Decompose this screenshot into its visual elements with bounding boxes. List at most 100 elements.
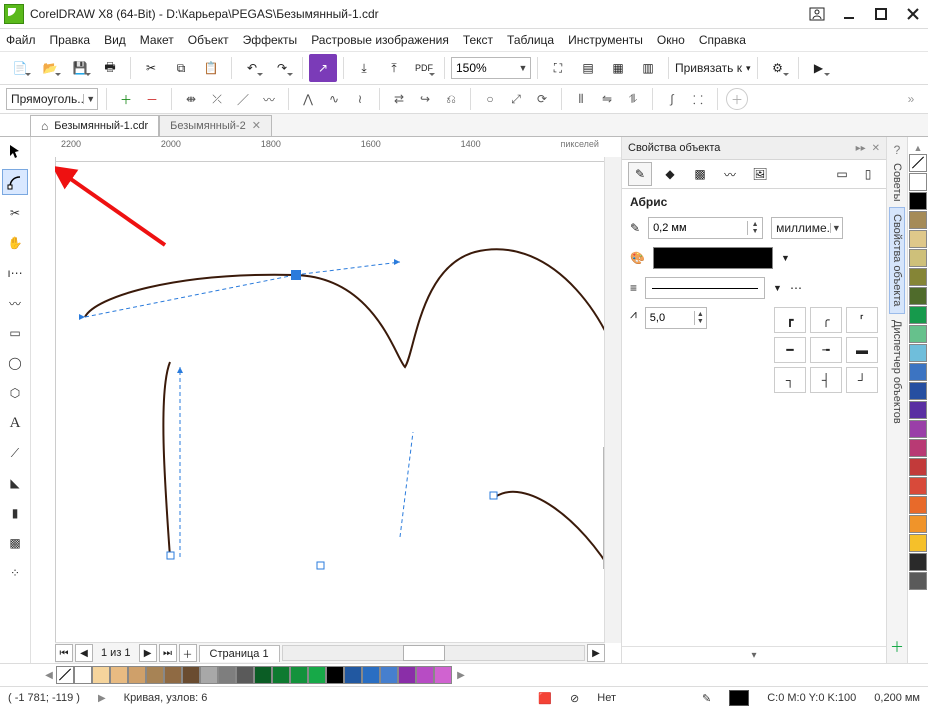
corner-miter-icon[interactable]: ┏	[774, 307, 806, 333]
elastic-mode-icon[interactable]: ∫	[661, 88, 683, 110]
transparency-tab-icon[interactable]: ▩	[688, 162, 712, 186]
outline-color-picker[interactable]	[653, 247, 773, 269]
transparency-tool-icon[interactable]: ▩	[3, 531, 27, 555]
color-swatch[interactable]	[909, 401, 927, 419]
snap-to-dropdown[interactable]: Привязать к ▾	[675, 61, 751, 75]
cap-square-icon[interactable]: ▬	[846, 337, 878, 363]
ellipse-tool-icon[interactable]: ◯	[3, 351, 27, 375]
options-icon[interactable]: ⚙	[764, 54, 792, 82]
corner-bevel-icon[interactable]: ⸢	[846, 307, 878, 333]
undo-icon[interactable]: ↶	[238, 54, 266, 82]
print-icon[interactable]: 🖶	[96, 54, 124, 82]
cap-round-icon[interactable]: ╼	[810, 337, 842, 363]
import-icon[interactable]: ⤓	[350, 54, 378, 82]
maximize-button[interactable]	[872, 6, 890, 22]
ruler-vertical[interactable]	[31, 157, 56, 643]
export-icon[interactable]: ⤒	[380, 54, 408, 82]
color-swatch[interactable]	[398, 666, 416, 684]
color-swatch[interactable]	[74, 666, 92, 684]
polygon-tool-icon[interactable]: ⬡	[3, 381, 27, 405]
pick-tool-icon[interactable]	[3, 139, 27, 163]
reduce-nodes-icon[interactable]: ＋	[726, 88, 748, 110]
fill-tab-icon[interactable]: ◆	[658, 162, 682, 186]
color-swatch[interactable]	[909, 344, 927, 362]
symmetric-node-icon[interactable]: ≀	[349, 88, 371, 110]
color-swatch[interactable]	[909, 382, 927, 400]
menu-bitmaps[interactable]: Растровые изображения	[311, 33, 449, 47]
corner-round-icon[interactable]: ╭	[810, 307, 842, 333]
color-swatch[interactable]	[909, 496, 927, 514]
cusp-node-icon[interactable]: ⋀	[297, 88, 319, 110]
color-swatch[interactable]	[909, 439, 927, 457]
scrollbar-thumb-horizontal[interactable]	[403, 645, 445, 661]
menu-tools[interactable]: Инструменты	[568, 33, 643, 47]
smooth-node-icon[interactable]: ∿	[323, 88, 345, 110]
scroll-right-button[interactable]: ▶	[587, 644, 605, 662]
color-swatch[interactable]	[909, 249, 927, 267]
color-swatch[interactable]	[909, 268, 927, 286]
color-swatch[interactable]	[128, 666, 146, 684]
guides-icon[interactable]: ▥	[634, 54, 662, 82]
dimension-tool-icon[interactable]: ⟋	[3, 441, 27, 465]
zoom-combo[interactable]: ▼	[451, 57, 531, 79]
document-tab-1[interactable]: ⌂ Безымянный-1.cdr	[30, 115, 159, 136]
color-swatch[interactable]	[416, 666, 434, 684]
menu-text[interactable]: Текст	[463, 33, 493, 47]
prev-page-button[interactable]: ◀	[75, 644, 93, 662]
menu-object[interactable]: Объект	[188, 33, 229, 47]
selection-mode-combo[interactable]: Прямоуголь...▼	[6, 88, 98, 110]
new-doc-icon[interactable]: 📄	[6, 54, 34, 82]
close-curve-icon[interactable]: ○	[479, 88, 501, 110]
docker-object-manager[interactable]: Диспетчер объектов	[891, 320, 903, 424]
color-swatch[interactable]	[344, 666, 362, 684]
color-swatch[interactable]	[909, 230, 927, 248]
color-swatch[interactable]	[909, 192, 927, 210]
color-swatch[interactable]	[434, 666, 452, 684]
vreflect-icon[interactable]: ⥮	[622, 88, 644, 110]
menu-file[interactable]: Файл	[6, 33, 36, 47]
cap-butt-icon[interactable]: ━	[774, 337, 806, 363]
color-swatch[interactable]	[380, 666, 398, 684]
outline-tab-icon[interactable]: ✎	[628, 162, 652, 186]
freehand-tool-icon[interactable]: ı⋯	[3, 261, 27, 285]
minimize-button[interactable]	[840, 6, 858, 22]
color-swatch[interactable]	[909, 306, 927, 324]
palette-up-icon[interactable]: ▲	[914, 143, 923, 153]
docker-hints[interactable]: Советы	[891, 163, 903, 201]
outline-color-swatch[interactable]	[729, 690, 749, 706]
color-swatch[interactable]	[909, 420, 927, 438]
color-swatch[interactable]	[290, 666, 308, 684]
delete-node-icon[interactable]: －	[141, 88, 163, 110]
menu-effects[interactable]: Эффекты	[243, 33, 298, 47]
chevron-right-icon[interactable]: ▶	[98, 693, 106, 704]
color-swatch[interactable]	[200, 666, 218, 684]
scroll-mode-icon[interactable]: ▭	[830, 162, 854, 186]
page-tab[interactable]: Страница 1	[199, 645, 280, 662]
stretch-nodes-icon[interactable]: ⤢	[505, 88, 527, 110]
search-content-icon[interactable]: ↗	[309, 54, 337, 82]
add-node-icon[interactable]: ＋	[115, 88, 137, 110]
color-swatch[interactable]	[272, 666, 290, 684]
bitmap-tab-icon[interactable]: 🖼	[748, 162, 772, 186]
reverse-icon[interactable]: ⇄	[388, 88, 410, 110]
account-icon[interactable]	[808, 6, 826, 22]
color-swatch[interactable]	[909, 325, 927, 343]
pos-center-icon[interactable]: ┤	[810, 367, 842, 393]
menu-window[interactable]: Окно	[657, 33, 685, 47]
docker-object-properties[interactable]: Свойства объекта	[889, 207, 905, 313]
help-icon[interactable]: ?	[894, 143, 901, 157]
dash-settings-icon[interactable]: ⋯	[790, 281, 802, 295]
chevron-down-icon[interactable]: ▼	[516, 63, 530, 73]
units-combo[interactable]: миллиме...▼	[771, 217, 843, 239]
redo-icon[interactable]: ↷	[268, 54, 296, 82]
menu-view[interactable]: Вид	[104, 33, 126, 47]
palette-left-icon[interactable]: ◀	[42, 670, 56, 681]
open-icon[interactable]: 📂	[36, 54, 64, 82]
color-swatch[interactable]	[909, 287, 927, 305]
drawing-canvas[interactable]	[55, 157, 621, 643]
palette-right-icon[interactable]: ▶	[454, 670, 468, 681]
color-swatch[interactable]	[909, 211, 927, 229]
color-swatch[interactable]	[909, 534, 927, 552]
add-page-button[interactable]: ＋	[179, 644, 197, 662]
panel-pin-icon[interactable]: ▸▸	[856, 143, 866, 154]
